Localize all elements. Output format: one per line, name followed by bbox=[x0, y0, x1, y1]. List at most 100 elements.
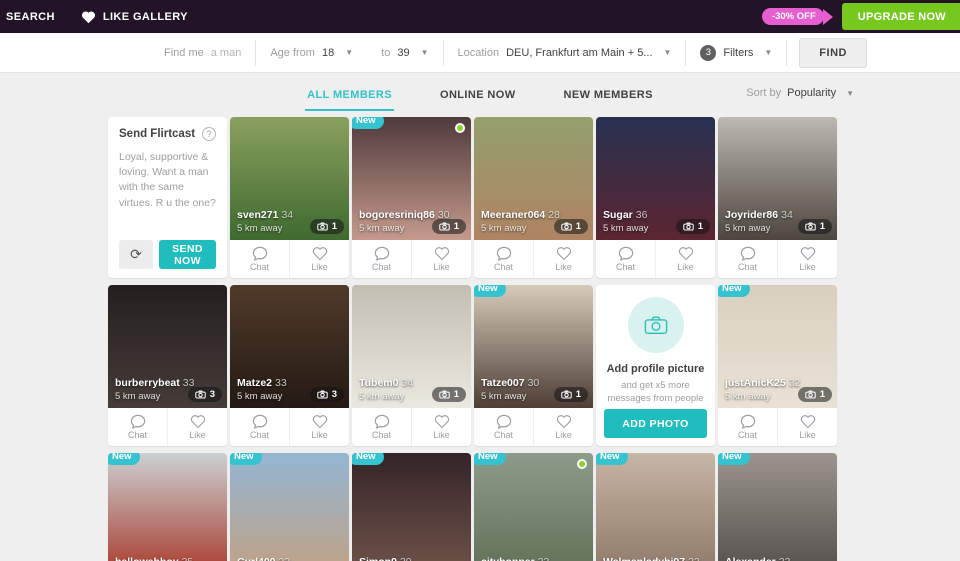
chat-button[interactable]: Chat bbox=[230, 240, 289, 278]
like-button[interactable]: Like bbox=[533, 408, 593, 446]
camera-icon bbox=[317, 390, 328, 399]
member-photo[interactable]: New sven27134 5 km away 1 bbox=[230, 117, 349, 240]
card-actions: Chat Like bbox=[474, 408, 593, 446]
location-select[interactable]: Location DEU, Frankfurt am Main + 5... ▼ bbox=[444, 41, 686, 65]
like-button[interactable]: Like bbox=[777, 240, 837, 278]
location-value[interactable]: DEU, Frankfurt am Main + 5... bbox=[506, 47, 652, 59]
member-card[interactable]: New Tubem034 5 km away 1 Chat Like bbox=[352, 285, 471, 446]
member-card[interactable]: New Meeraner06428 5 km away 1 Chat Like bbox=[474, 117, 593, 278]
search-filter-bar: Find me a man Age from 18 ▼ to 39 ▼ Loca… bbox=[0, 33, 960, 73]
sort-control[interactable]: Sort by Popularity ▼ bbox=[746, 87, 854, 99]
like-button[interactable]: Like bbox=[289, 408, 349, 446]
chat-bubble-icon bbox=[130, 414, 146, 429]
chat-button[interactable]: Chat bbox=[352, 408, 411, 446]
member-name: Sugar36 bbox=[603, 209, 648, 221]
photo-count-badge: 1 bbox=[310, 219, 344, 234]
find-button[interactable]: FIND bbox=[799, 38, 867, 68]
like-button[interactable]: Like bbox=[289, 240, 349, 278]
discount-badge: -30% OFF bbox=[762, 8, 824, 25]
photo-count-badge: 1 bbox=[432, 219, 466, 234]
tab-all-members[interactable]: ALL MEMBERS bbox=[305, 79, 394, 111]
member-name: citybopper33 bbox=[481, 556, 549, 561]
photo-count-badge: 1 bbox=[798, 219, 832, 234]
chevron-down-icon: ▼ bbox=[664, 48, 672, 57]
chat-bubble-icon bbox=[618, 246, 634, 261]
member-photo[interactable]: New Alexander33 bbox=[718, 453, 837, 561]
member-card[interactable]: New hellowebboy35 Chat Like bbox=[108, 453, 227, 561]
member-photo[interactable]: New Tubem034 5 km away 1 bbox=[352, 285, 471, 408]
member-card[interactable]: New Tatze00730 5 km away 1 Chat Like bbox=[474, 285, 593, 446]
card-actions: Chat Like bbox=[108, 408, 227, 446]
card-actions: Chat Like bbox=[352, 408, 471, 446]
member-photo[interactable]: New Joyrider8634 5 km away 1 bbox=[718, 117, 837, 240]
refresh-message-button[interactable]: ⟳ bbox=[119, 240, 153, 269]
member-card[interactable]: New bogoresriniq8630 5 km away 1 Chat Li… bbox=[352, 117, 471, 278]
member-photo[interactable]: New justAnicK2532 5 km away 1 bbox=[718, 285, 837, 408]
upgrade-now-button[interactable]: UPGRADE NOW bbox=[842, 3, 960, 30]
nav-like-gallery[interactable]: LIKE GALLERY bbox=[81, 10, 188, 24]
chat-button[interactable]: Chat bbox=[474, 240, 533, 278]
member-photo[interactable]: New hellowebboy35 bbox=[108, 453, 227, 561]
like-button[interactable]: Like bbox=[411, 240, 471, 278]
chat-button[interactable]: Chat bbox=[474, 408, 533, 446]
find-me-value[interactable]: a man bbox=[211, 47, 242, 59]
nav-search[interactable]: SEARCH bbox=[6, 11, 55, 23]
send-now-button[interactable]: SEND NOW bbox=[159, 240, 216, 269]
member-photo[interactable]: New Meeraner06428 5 km away 1 bbox=[474, 117, 593, 240]
add-photo-button[interactable]: ADD PHOTO bbox=[604, 409, 707, 438]
heart-outline-icon bbox=[312, 414, 328, 429]
chat-button[interactable]: Chat bbox=[108, 408, 167, 446]
like-button[interactable]: Like bbox=[655, 240, 715, 278]
member-photo[interactable]: New Welmanladybj9733 bbox=[596, 453, 715, 561]
filters-label[interactable]: Filters bbox=[723, 47, 753, 59]
member-photo[interactable]: New Sugar36 5 km away 1 bbox=[596, 117, 715, 240]
member-photo[interactable]: New burberrybeat33 5 km away 3 bbox=[108, 285, 227, 408]
member-card[interactable]: New Welmanladybj9733 Chat Like bbox=[596, 453, 715, 561]
member-card[interactable]: New sven27134 5 km away 1 Chat Like bbox=[230, 117, 349, 278]
member-card[interactable]: New Simon930 Chat Like bbox=[352, 453, 471, 561]
member-card[interactable]: New Matze233 5 km away 3 Chat Like bbox=[230, 285, 349, 446]
member-card[interactable]: New Alexander33 Chat Like bbox=[718, 453, 837, 561]
find-me-field[interactable]: Find me a man bbox=[150, 41, 255, 65]
age-to-value[interactable]: 39 bbox=[397, 47, 409, 59]
tab-new-members[interactable]: NEW MEMBERS bbox=[562, 79, 655, 111]
member-info: justAnicK2532 5 km away bbox=[725, 377, 800, 402]
sort-value[interactable]: Popularity bbox=[787, 87, 836, 99]
member-card[interactable]: New citybopper33 Chat Like bbox=[474, 453, 593, 561]
member-photo[interactable]: New bogoresriniq8630 5 km away 1 bbox=[352, 117, 471, 240]
like-label: Like bbox=[799, 430, 816, 440]
member-card[interactable]: New Sugar36 5 km away 1 Chat Like bbox=[596, 117, 715, 278]
member-card[interactable]: New burberrybeat33 5 km away 3 Chat Like bbox=[108, 285, 227, 446]
chat-button[interactable]: Chat bbox=[352, 240, 411, 278]
member-name: sven27134 bbox=[237, 209, 293, 221]
chat-button[interactable]: Chat bbox=[230, 408, 289, 446]
photo-count-badge: 1 bbox=[432, 387, 466, 402]
age-from-select[interactable]: Age from 18 ▼ bbox=[256, 41, 367, 65]
chat-label: Chat bbox=[494, 262, 513, 272]
member-name: Joyrider8634 bbox=[725, 209, 793, 221]
like-button[interactable]: Like bbox=[777, 408, 837, 446]
like-button[interactable]: Like bbox=[167, 408, 227, 446]
help-icon[interactable]: ? bbox=[202, 127, 216, 141]
filters-select[interactable]: 3 Filters ▼ bbox=[686, 41, 786, 65]
like-button[interactable]: Like bbox=[411, 408, 471, 446]
photo-count-badge: 1 bbox=[676, 219, 710, 234]
member-card[interactable]: New Joyrider8634 5 km away 1 Chat Like bbox=[718, 117, 837, 278]
tab-online-now[interactable]: ONLINE NOW bbox=[438, 79, 518, 111]
member-card[interactable]: New Curl40033 Chat Like bbox=[230, 453, 349, 561]
like-label: Like bbox=[677, 262, 694, 272]
age-to-select[interactable]: to 39 ▼ bbox=[367, 41, 442, 65]
member-photo[interactable]: New Simon930 bbox=[352, 453, 471, 561]
chat-button[interactable]: Chat bbox=[596, 240, 655, 278]
member-photo[interactable]: New Matze233 5 km away 3 bbox=[230, 285, 349, 408]
camera-icon bbox=[805, 390, 816, 399]
member-photo[interactable]: New citybopper33 bbox=[474, 453, 593, 561]
member-photo[interactable]: New Curl40033 bbox=[230, 453, 349, 561]
chat-button[interactable]: Chat bbox=[718, 408, 777, 446]
like-label: Like bbox=[433, 262, 450, 272]
like-button[interactable]: Like bbox=[533, 240, 593, 278]
chat-button[interactable]: Chat bbox=[718, 240, 777, 278]
member-card[interactable]: New justAnicK2532 5 km away 1 Chat Like bbox=[718, 285, 837, 446]
member-photo[interactable]: New Tatze00730 5 km away 1 bbox=[474, 285, 593, 408]
age-from-value[interactable]: 18 bbox=[322, 47, 334, 59]
